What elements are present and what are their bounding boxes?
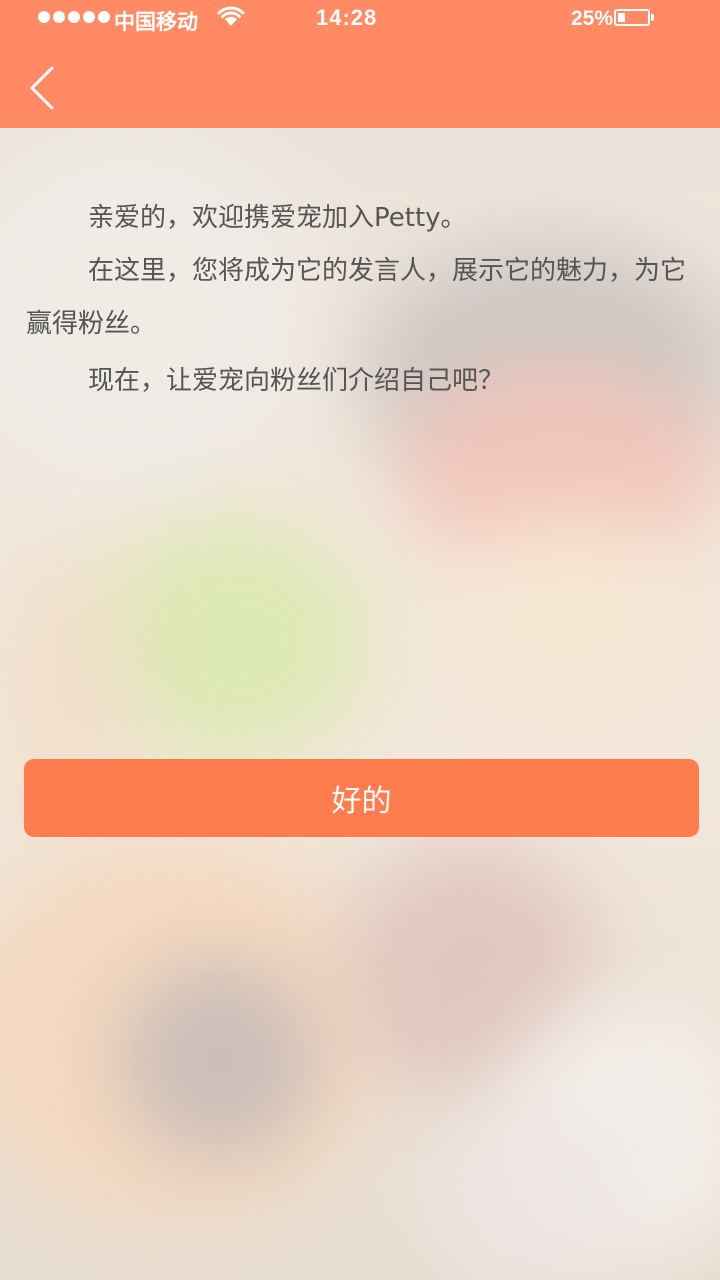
battery-icon (614, 9, 650, 26)
intro-line: 在这里，您将成为它的发言人，展示它的魅力，为它赢得粉丝。 (26, 256, 687, 339)
ok-button[interactable]: 好的 (24, 759, 699, 837)
wifi-icon (217, 6, 245, 26)
signal-dots-icon (38, 11, 110, 23)
battery-percent: 25% (571, 7, 614, 30)
header-bar: 中国移动 14:28 25% (0, 0, 720, 128)
status-time: 14:28 (316, 5, 378, 30)
welcome-message: 亲爱的，欢迎携爱宠加入Petty。 在这里，您将成为它的发言人，展示它的魅力，为… (26, 192, 710, 408)
battery-tip (651, 14, 654, 21)
welcome-line: 亲爱的，欢迎携爱宠加入Petty。 (88, 203, 467, 233)
status-bar: 中国移动 14:28 25% (0, 0, 720, 38)
carrier-name: 中国移动 (114, 11, 198, 34)
chevron-left-icon (30, 66, 54, 110)
battery-level-fill (618, 13, 625, 22)
back-button[interactable] (20, 58, 80, 118)
prompt-line: 现在，让爱宠向粉丝们介绍自己吧？ (88, 366, 505, 396)
